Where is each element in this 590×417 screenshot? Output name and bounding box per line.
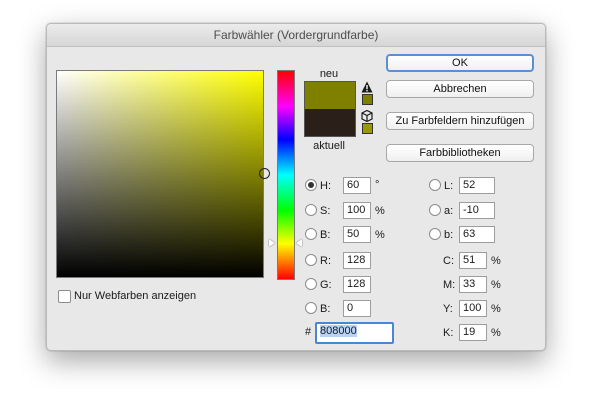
cube-icon[interactable]: [361, 110, 373, 122]
lightness-label: L:: [444, 180, 454, 192]
hue-slider-handle-left[interactable]: [269, 239, 275, 247]
blue-input[interactable]: 0: [343, 300, 371, 317]
hex-input[interactable]: 808000: [315, 322, 394, 344]
lab-b-label: b:: [444, 229, 454, 241]
saturation-label: S:: [320, 205, 331, 217]
lightness-input[interactable]: 52: [459, 177, 495, 194]
black-input[interactable]: 19: [459, 324, 487, 341]
radio-a[interactable]: [429, 204, 441, 216]
color-picker-dialog: Farbwähler (Vordergrundfarbe) neu aktuel…: [46, 23, 546, 351]
color-field-cursor[interactable]: [259, 168, 270, 179]
lab-b-input[interactable]: 63: [459, 226, 495, 243]
brightness-unit: %: [375, 229, 385, 241]
radio-brightness[interactable]: [305, 228, 317, 240]
new-color-swatch: [304, 81, 356, 110]
magenta-input[interactable]: 33: [459, 276, 487, 293]
cyan-label: C:: [443, 255, 454, 267]
warning-triangle-icon[interactable]: [361, 81, 373, 93]
color-libraries-button[interactable]: Farbbibliotheken: [386, 144, 534, 162]
new-color-label: neu: [319, 68, 339, 80]
yellow-input[interactable]: 100: [459, 300, 487, 317]
radio-hue[interactable]: [305, 179, 317, 191]
black-unit: %: [491, 327, 501, 339]
current-color-swatch[interactable]: [304, 109, 356, 137]
web-safe-swatch[interactable]: [362, 123, 373, 134]
hex-label: #: [305, 326, 312, 338]
cyan-unit: %: [491, 255, 501, 267]
a-label: a:: [444, 205, 454, 217]
blue-label: B:: [320, 303, 331, 315]
black-label: K:: [443, 327, 454, 339]
cancel-button[interactable]: Abbrechen: [386, 80, 534, 98]
brightness-input[interactable]: 50: [343, 226, 371, 243]
hue-slider[interactable]: [277, 70, 295, 280]
radio-lab-b[interactable]: [429, 228, 441, 240]
gamut-warning-swatch[interactable]: [362, 94, 373, 105]
cyan-input[interactable]: 51: [459, 252, 487, 269]
hex-value: 808000: [320, 325, 357, 337]
yellow-unit: %: [491, 303, 501, 315]
ok-button[interactable]: OK: [386, 54, 534, 72]
dialog-title: Farbwähler (Vordergrundfarbe): [47, 24, 545, 47]
radio-lightness[interactable]: [429, 179, 441, 191]
web-colors-checkbox[interactable]: [58, 290, 71, 303]
red-input[interactable]: 128: [343, 252, 371, 269]
magenta-unit: %: [491, 279, 501, 291]
yellow-label: Y:: [443, 303, 453, 315]
saturation-input[interactable]: 100: [343, 202, 371, 219]
green-label: G:: [320, 279, 332, 291]
add-to-swatches-button[interactable]: Zu Farbfeldern hinzufügen: [386, 112, 534, 130]
hue-slider-handle-right[interactable]: [296, 239, 302, 247]
saturation-brightness-field[interactable]: [56, 70, 264, 278]
brightness-label: B:: [320, 229, 331, 241]
a-input[interactable]: -10: [459, 202, 495, 219]
radio-green[interactable]: [305, 278, 317, 290]
saturation-unit: %: [375, 205, 385, 217]
hue-input[interactable]: 60: [343, 177, 371, 194]
radio-saturation[interactable]: [305, 204, 317, 216]
current-color-label: aktuell: [313, 140, 345, 152]
green-input[interactable]: 128: [343, 276, 371, 293]
red-label: R:: [320, 255, 331, 267]
hue-unit: °: [375, 179, 380, 191]
hue-label: H:: [320, 180, 331, 192]
web-colors-label[interactable]: Nur Webfarben anzeigen: [74, 290, 196, 302]
magenta-label: M:: [443, 279, 456, 291]
radio-blue[interactable]: [305, 302, 317, 314]
radio-red[interactable]: [305, 254, 317, 266]
